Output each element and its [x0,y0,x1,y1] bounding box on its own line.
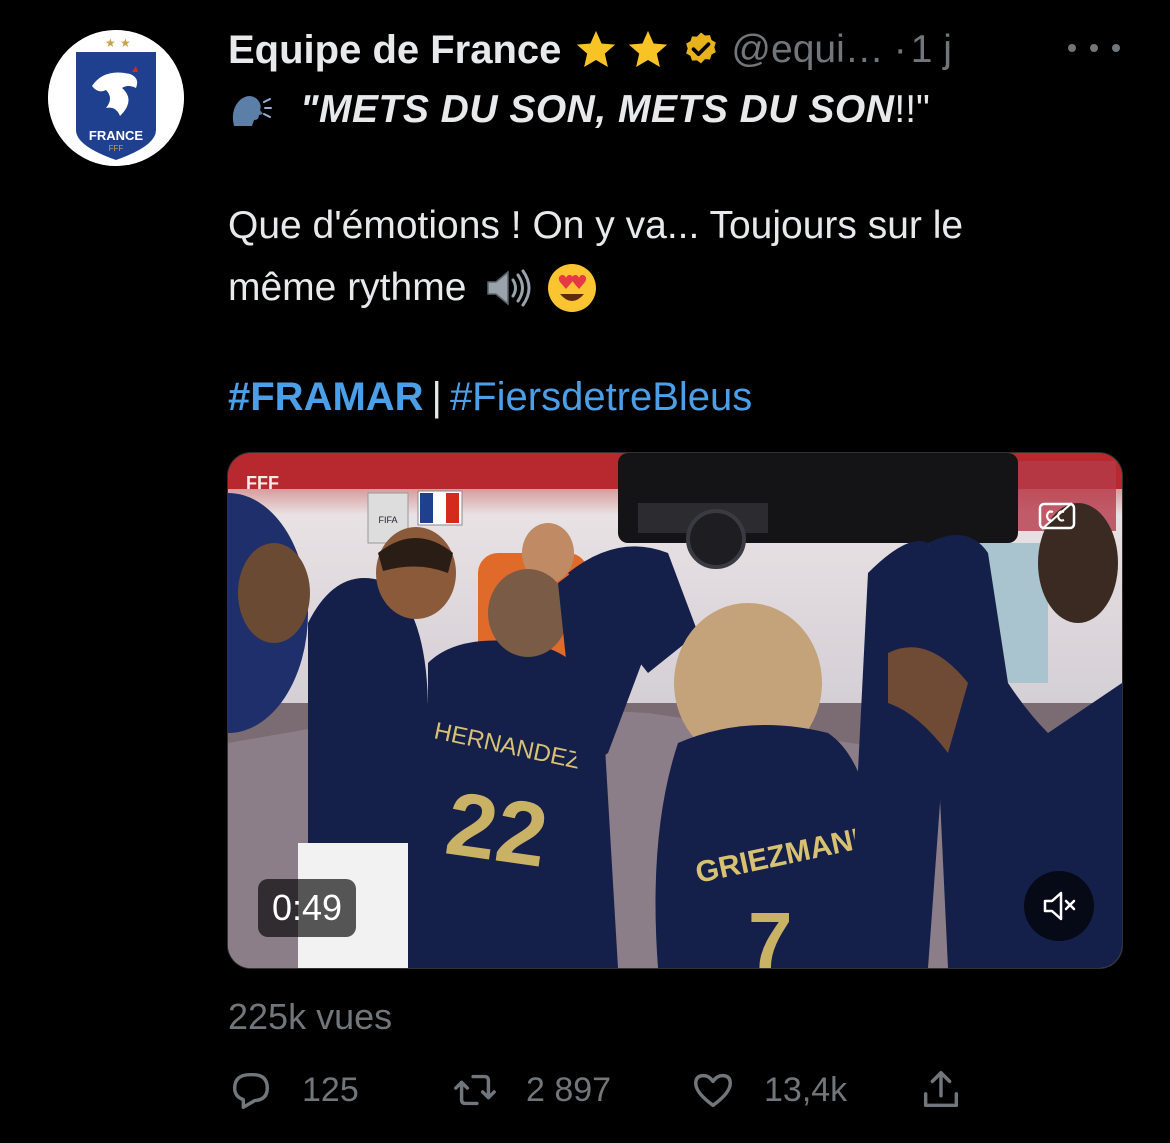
tweet-header: Equipe de France @equi… · 1 j [228,22,1128,78]
separator-dot: · [893,28,907,71]
jersey-number-7: 7 [748,896,793,968]
star-icon [577,30,616,68]
reply-button[interactable]: 125 [228,1062,359,1118]
like-button[interactable]: 13,4k [690,1062,847,1118]
video-duration: 0:49 [258,879,357,937]
closed-captions-icon[interactable] [1038,501,1076,531]
mute-button[interactable] [1024,871,1094,941]
svg-text:★: ★ [120,36,131,50]
svg-text:★: ★ [105,36,116,50]
quote-tail: !!" [894,88,930,131]
view-count[interactable]: 225k vues [228,996,392,1038]
heart-eyes-emoji [548,264,597,312]
hashtag-separator: | [431,375,442,419]
more-options-button[interactable] [1068,30,1120,66]
timestamp[interactable]: 1 j [911,28,952,72]
retweet-button[interactable]: 2 897 [452,1062,611,1118]
author-name[interactable]: Equipe de France [228,28,561,73]
crest-sublabel: FFF [109,144,124,153]
retweet-count: 2 897 [526,1070,612,1109]
hashtag-framar[interactable]: #FRAMAR [228,375,424,419]
like-icon [694,1073,732,1108]
fifa-sign: FIFA [378,515,397,525]
retweet-icon [454,1074,496,1106]
star-icon [629,30,668,68]
fff-crest-logo: ★ ★ FRANCE FFF [48,30,184,166]
verified-badge-icon[interactable] [681,30,721,70]
tweet-text-line-3-text: même rythme [228,266,467,309]
hashtag-fiersdetrebleus[interactable]: #FiersdetreBleus [450,375,752,419]
tweet-text-line-1: "METS DU SON, METS DU SON !!" [228,88,930,132]
author-avatar[interactable]: ★ ★ FRANCE FFF [48,30,184,166]
quote-text: "METS DU SON, METS DU SON [300,88,895,131]
stars [571,27,673,73]
hashtags-line: #FRAMAR | #FiersdetreBleus [228,375,752,420]
share-icon [923,1071,959,1108]
more-icon [1068,44,1076,52]
speaker-icon [487,269,531,307]
crest-label: FRANCE [89,128,143,143]
fff-watermark: FFF [246,473,279,493]
reply-count: 125 [302,1070,359,1109]
video-thumbnail: FIFA HERNANDEZ 22 GRIEZMANN 7 FFF [228,453,1122,968]
speaking-head-icon [232,96,272,126]
more-icon [1112,44,1120,52]
reply-icon [232,1072,270,1109]
muted-speaker-icon [1043,891,1076,921]
tweet-actions: 125 2 897 13,4k [228,1062,988,1118]
tweet-text-line-3: même rythme [228,262,598,314]
more-icon [1090,44,1098,52]
like-count: 13,4k [764,1070,848,1109]
author-handle[interactable]: @equi… [731,28,883,72]
video-player[interactable]: FIFA HERNANDEZ 22 GRIEZMANN 7 FFF 0:49 [227,452,1123,969]
share-button[interactable] [918,1062,964,1118]
tweet-text-line-2: Que d'émotions ! On y va... Toujours sur… [228,204,964,247]
jersey-number-22: 22 [440,774,553,887]
